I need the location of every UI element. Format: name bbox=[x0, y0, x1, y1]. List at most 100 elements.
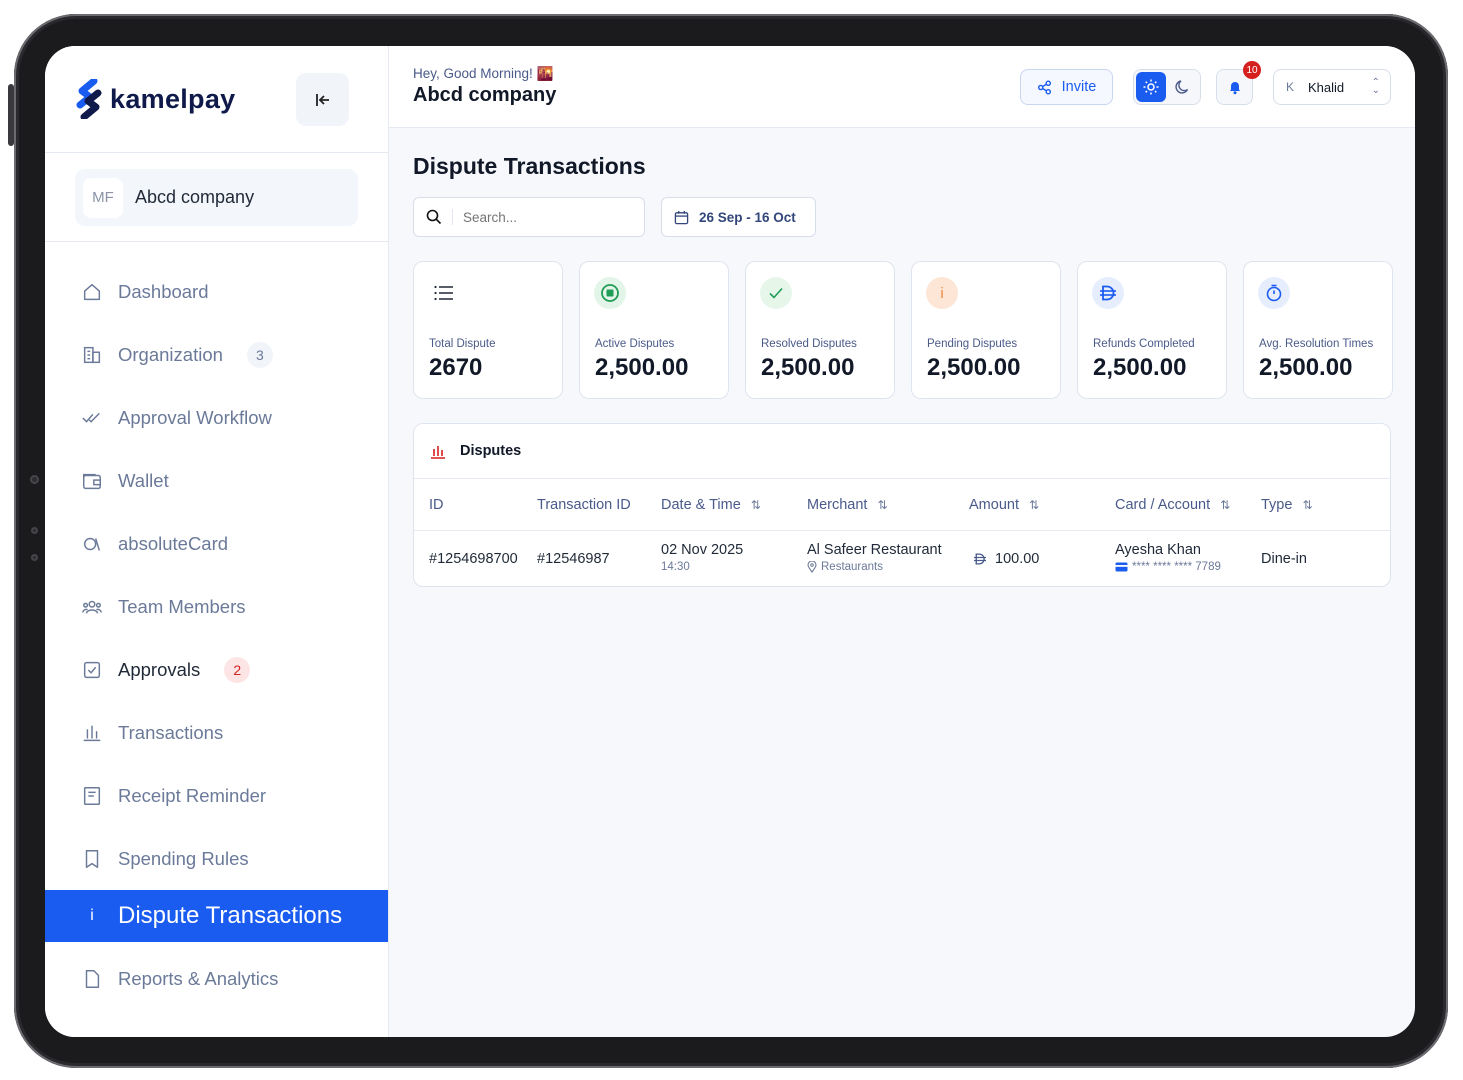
sidebar-item-label: Approvals bbox=[118, 658, 201, 680]
users-icon bbox=[80, 595, 104, 619]
home-icon bbox=[80, 280, 104, 304]
dark-mode-button[interactable] bbox=[1168, 72, 1198, 102]
card-number-line: **** **** **** 7789 bbox=[1115, 561, 1221, 573]
table-row[interactable]: #1254698700 #12546987 02 Nov 2025 14:30 … bbox=[414, 531, 1390, 586]
greeting-text: Hey, Good Morning! 🌇 bbox=[413, 66, 554, 81]
sidebar-item-wallet[interactable]: Wallet bbox=[45, 449, 388, 512]
sidebar-item-label: absoluteCard bbox=[118, 532, 229, 554]
bar-chart-icon bbox=[428, 441, 448, 461]
stat-card-active-disputes: Active Disputes 2,500.00 bbox=[579, 261, 729, 399]
dirham-icon bbox=[974, 553, 986, 565]
theme-toggle[interactable] bbox=[1133, 69, 1201, 105]
user-menu[interactable]: K Khalid ⌃ ⌄ bbox=[1273, 69, 1391, 105]
kamelpay-logo[interactable]: kamelpay bbox=[76, 79, 235, 119]
sidebar-item-absolutecard[interactable]: absoluteCard bbox=[45, 512, 388, 575]
stat-card-resolved-disputes: Resolved Disputes 2,500.00 bbox=[745, 261, 895, 399]
sensor-dot bbox=[31, 527, 38, 534]
bookmark-icon bbox=[80, 847, 104, 871]
brand-bar: kamelpay bbox=[45, 46, 388, 153]
sort-icon[interactable]: ⇅ bbox=[1220, 498, 1230, 512]
disputes-table-title: Disputes bbox=[460, 443, 522, 459]
sidebar-item-receipt-reminder[interactable]: Receipt Reminder bbox=[45, 764, 388, 827]
stop-circle-icon bbox=[594, 277, 626, 309]
amount-value: 100.00 bbox=[995, 551, 1040, 567]
sidebar-item-label: Spending Rules bbox=[118, 847, 249, 869]
sidebar-item-team-members[interactable]: Team Members bbox=[45, 575, 388, 638]
sensor-dot bbox=[31, 554, 38, 561]
sidebar-item-reports-analytics[interactable]: Reports & Analytics bbox=[45, 947, 388, 1010]
sidebar-item-transactions[interactable]: Transactions bbox=[45, 701, 388, 764]
timer-icon bbox=[1258, 277, 1290, 309]
invite-label: Invite bbox=[1061, 79, 1097, 95]
bar-chart-icon bbox=[80, 721, 104, 745]
approvals-count-badge: 2 bbox=[224, 656, 251, 683]
stat-label: Pending Disputes bbox=[927, 338, 1018, 350]
moon-icon bbox=[1175, 80, 1189, 94]
column-header-amount[interactable]: Amount ⇅ bbox=[969, 497, 1039, 513]
organization-count-badge: 3 bbox=[246, 341, 273, 368]
stat-value: 2670 bbox=[429, 354, 483, 381]
sidebar-item-organization[interactable]: Organization 3 bbox=[45, 323, 388, 386]
column-header-id[interactable]: ID bbox=[429, 497, 444, 513]
sidebar-item-approvals[interactable]: Approvals 2 bbox=[45, 638, 388, 701]
share-icon bbox=[1037, 80, 1051, 94]
search-icon bbox=[426, 209, 442, 225]
stat-label: Avg. Resolution Times bbox=[1259, 338, 1374, 350]
light-mode-button[interactable] bbox=[1136, 72, 1166, 102]
sidebar-item-label: Wallet bbox=[118, 469, 169, 491]
org-switcher[interactable]: MF Abcd company bbox=[75, 169, 358, 226]
date-range-picker[interactable]: 26 Sep - 16 Oct bbox=[661, 197, 816, 237]
merchant-name: Al Safeer Restaurant bbox=[807, 542, 942, 558]
column-label: Amount bbox=[969, 497, 1019, 513]
alpha-icon bbox=[80, 532, 104, 556]
sidebar-item-dashboard[interactable]: Dashboard bbox=[45, 260, 388, 323]
sidebar-item-label: Approval Workflow bbox=[118, 406, 272, 428]
cell-amount: 100.00 bbox=[973, 551, 1039, 567]
bell-icon bbox=[1229, 82, 1240, 95]
column-header-merchant[interactable]: Merchant ⇅ bbox=[807, 497, 888, 513]
dirham-icon bbox=[1092, 277, 1124, 309]
cell-transaction-id: #12546987 bbox=[537, 551, 610, 567]
checkbox-icon bbox=[80, 658, 104, 682]
building-icon bbox=[80, 343, 104, 367]
cell-merchant: Al Safeer Restaurant Restaurants bbox=[807, 542, 942, 573]
column-header-card-account[interactable]: Card / Account ⇅ bbox=[1115, 497, 1230, 513]
column-label: Merchant bbox=[807, 497, 868, 513]
stat-value: 2,500.00 bbox=[927, 354, 1021, 381]
cell-id: #1254698700 bbox=[429, 551, 518, 567]
info-icon: i bbox=[90, 907, 94, 924]
top-header: Hey, Good Morning! 🌇 Abcd company Invite bbox=[389, 46, 1415, 128]
invite-button[interactable]: Invite bbox=[1020, 69, 1113, 105]
column-header-transaction-id[interactable]: Transaction ID bbox=[537, 497, 631, 513]
cell-time: 14:30 bbox=[661, 561, 690, 573]
column-label: Date & Time bbox=[661, 497, 741, 513]
sidebar-item-spending-rules[interactable]: Spending Rules bbox=[45, 827, 388, 890]
collapse-sidebar-button[interactable] bbox=[296, 73, 349, 126]
page-title: Dispute Transactions bbox=[413, 153, 646, 179]
stat-card-refunds-completed: Refunds Completed 2,500.00 bbox=[1077, 261, 1227, 399]
search-input[interactable] bbox=[463, 209, 613, 225]
camera-dot bbox=[30, 475, 39, 484]
merchant-category-label: Restaurants bbox=[821, 561, 884, 573]
notification-count-badge: 10 bbox=[1243, 61, 1261, 79]
search-box[interactable] bbox=[413, 197, 645, 237]
calendar-icon bbox=[674, 210, 689, 224]
volume-button bbox=[8, 84, 14, 146]
stat-card-pending-disputes: i Pending Disputes 2,500.00 bbox=[911, 261, 1061, 399]
column-header-type[interactable]: Type ⇅ bbox=[1261, 497, 1313, 513]
sidebar-item-label: Organization bbox=[118, 343, 223, 365]
column-header-date-time[interactable]: Date & Time ⇅ bbox=[661, 497, 761, 513]
kamelpay-logo-icon bbox=[76, 79, 102, 119]
sort-icon[interactable]: ⇅ bbox=[877, 498, 887, 512]
company-name: Abcd company bbox=[413, 84, 557, 106]
sort-icon[interactable]: ⇅ bbox=[1029, 498, 1039, 512]
sort-icon[interactable]: ⇅ bbox=[751, 498, 761, 512]
column-label: Transaction ID bbox=[537, 497, 631, 513]
main-content: Dispute Transactions 26 Sep - 16 Oct bbox=[389, 128, 1415, 1037]
double-check-icon bbox=[80, 406, 104, 430]
sidebar-item-dispute-transactions[interactable]: i Dispute Transactions bbox=[45, 890, 388, 942]
cell-type: Dine-in bbox=[1261, 551, 1307, 567]
sort-icon[interactable]: ⇅ bbox=[1302, 498, 1312, 512]
column-label: Card / Account bbox=[1115, 497, 1211, 513]
sidebar-item-approval-workflow[interactable]: Approval Workflow bbox=[45, 386, 388, 449]
